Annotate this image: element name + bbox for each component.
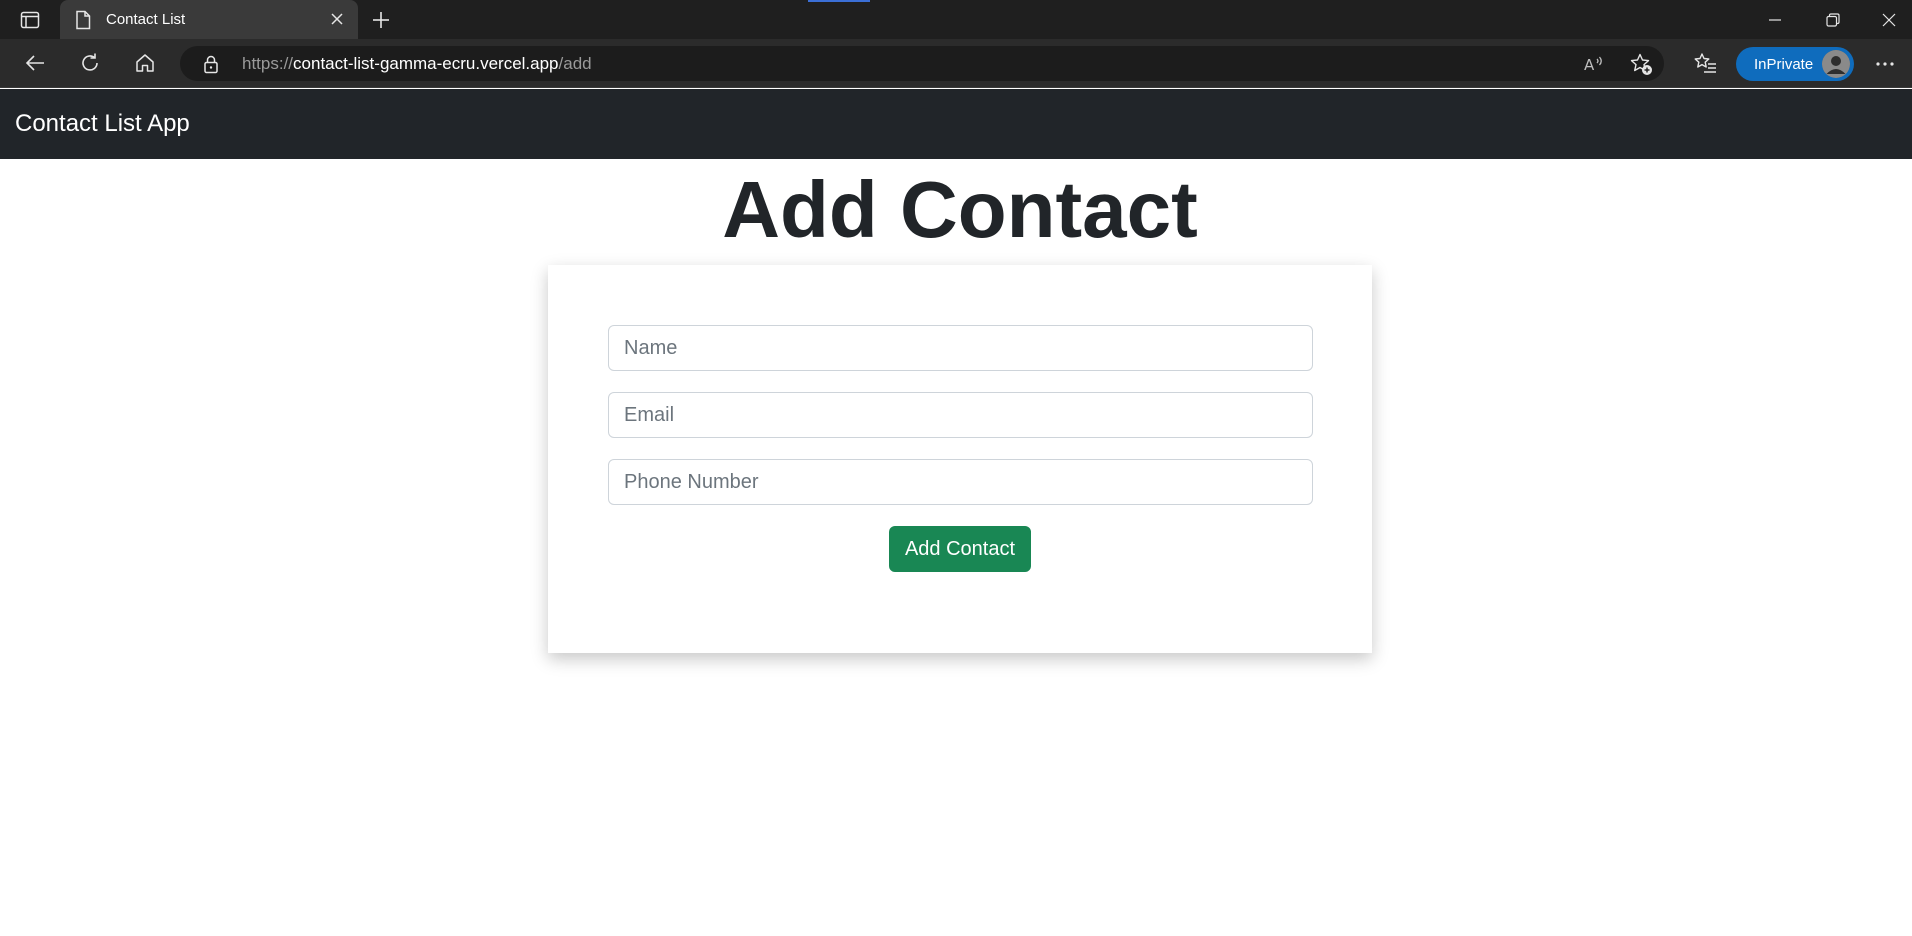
browser-toolbar: https://contact-list-gamma-ecru.vercel.a…: [0, 39, 1912, 88]
browser-titlebar: Contact List: [0, 0, 1912, 39]
url-protocol: https://: [242, 53, 294, 73]
page-title: Add Contact: [722, 165, 1198, 254]
add-contact-button[interactable]: Add Contact: [889, 526, 1031, 572]
add-favorite-button[interactable]: [1628, 51, 1654, 77]
tab-actions-icon: [20, 11, 40, 29]
phone-input[interactable]: [608, 459, 1313, 505]
read-aloud-button[interactable]: A: [1582, 51, 1608, 77]
loading-indicator: [808, 0, 870, 2]
favorites-list-icon: [1694, 53, 1716, 73]
url-text: https://contact-list-gamma-ecru.vercel.a…: [242, 54, 592, 74]
close-window-button[interactable]: [1866, 0, 1912, 39]
read-aloud-icon: A: [1584, 56, 1602, 74]
star-add-icon: [1630, 53, 1652, 75]
close-icon[interactable]: [328, 10, 346, 28]
email-input[interactable]: [608, 392, 1313, 438]
tab-actions-button[interactable]: [10, 6, 50, 34]
brand-link[interactable]: Contact List App: [15, 110, 190, 138]
minimize-button[interactable]: [1752, 0, 1798, 39]
plus-icon[interactable]: [368, 7, 394, 33]
avatar: [1822, 50, 1850, 78]
back-button[interactable]: [17, 47, 53, 79]
minimize-icon: [1769, 18, 1781, 21]
restore-icon: [1826, 12, 1840, 27]
close-icon: [1882, 13, 1896, 26]
url-host: contact-list-gamma-ecru.vercel.app: [293, 53, 559, 73]
name-input[interactable]: [608, 325, 1313, 371]
url-path: /add: [558, 53, 592, 73]
app-navbar: Contact List App: [0, 89, 1912, 159]
refresh-button[interactable]: [72, 47, 108, 79]
more-icon: [1876, 62, 1894, 66]
back-arrow-icon: [25, 55, 44, 71]
profile-avatar-icon: [1822, 50, 1850, 78]
restore-button[interactable]: [1810, 0, 1856, 39]
svg-text:A: A: [1584, 56, 1595, 74]
browser-tab[interactable]: Contact List: [60, 0, 358, 39]
add-contact-card: Add Contact: [548, 265, 1372, 653]
tab-title: Contact List: [106, 11, 186, 28]
inprivate-badge[interactable]: InPrivate: [1736, 47, 1854, 81]
refresh-icon: [82, 53, 98, 71]
home-icon: [136, 54, 154, 72]
page-icon: [76, 10, 91, 29]
more-button[interactable]: [1870, 51, 1900, 77]
favorites-button[interactable]: [1688, 47, 1724, 79]
address-bar[interactable]: https://contact-list-gamma-ecru.vercel.a…: [180, 46, 1664, 81]
inprivate-label: InPrivate: [1754, 55, 1814, 73]
home-button[interactable]: [127, 47, 163, 79]
lock-icon[interactable]: [202, 54, 220, 74]
